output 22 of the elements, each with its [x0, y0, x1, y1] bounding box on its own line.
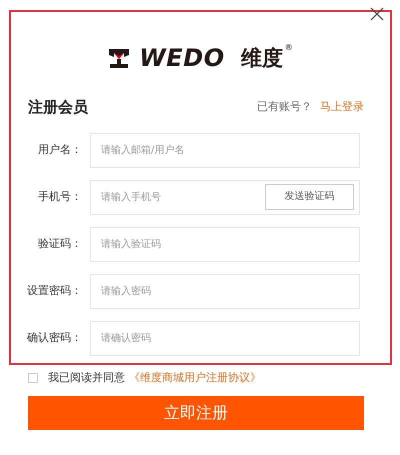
- logo-chinese-name: 维度: [240, 48, 283, 68]
- field-label: 验证码：: [37, 236, 83, 252]
- close-icon[interactable]: [370, 7, 384, 21]
- login-prompt: 已有账号？: [257, 99, 312, 115]
- field-label: 确认密码：: [26, 330, 83, 346]
- page-title: 注册会员: [28, 97, 88, 118]
- input-field[interactable]: 请输入密码: [90, 274, 360, 308]
- input-field[interactable]: 请输入验证码: [90, 226, 360, 262]
- logo-wordmark: WEDO: [139, 46, 225, 70]
- agreement-text: 我已阅读并同意: [48, 370, 125, 386]
- logo-icon: [107, 47, 132, 69]
- agreement-checkbox[interactable]: [28, 372, 38, 383]
- register-button[interactable]: 立即注册: [28, 396, 364, 430]
- field-label: 手机号：: [37, 188, 83, 205]
- field-label: 设置密码：: [26, 282, 83, 299]
- send-code-button[interactable]: 发送验证码: [265, 184, 354, 210]
- input-field[interactable]: 请确认密码: [90, 320, 360, 356]
- registered-mark: ®: [284, 42, 293, 54]
- input-field[interactable]: 请输入邮箱/用户名: [90, 132, 360, 168]
- field-label: 用户名：: [37, 142, 83, 158]
- agreement-link[interactable]: 《维度商城用户注册协议》: [129, 370, 261, 386]
- login-link[interactable]: 马上登录: [320, 99, 364, 116]
